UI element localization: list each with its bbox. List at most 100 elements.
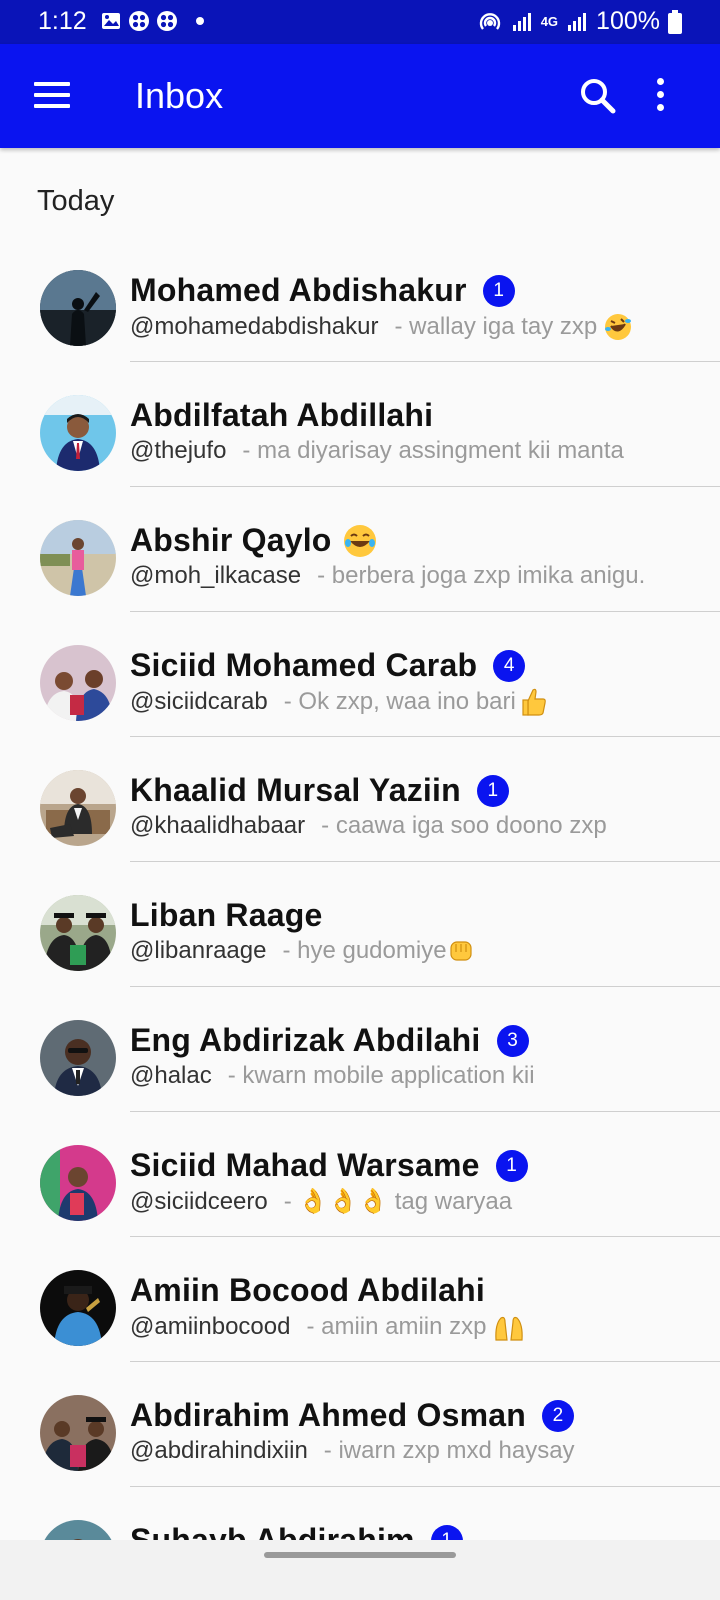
contact-name: Abdirahim Ahmed Osman <box>130 1397 526 1433</box>
conversation-row[interactable]: Khaalid Mursal Yaziin 1 @khaalidhabaar -… <box>0 750 720 875</box>
home-gesture-handle[interactable] <box>264 1552 456 1558</box>
search-button[interactable] <box>578 76 618 116</box>
fist-emoji-icon <box>449 941 472 961</box>
conversation-row[interactable]: Abshir Qaylo @moh_ilkacase - berbera jog… <box>0 500 720 625</box>
battery-icon <box>668 9 682 34</box>
contact-handle: @khaalidhabaar <box>130 812 306 839</box>
avatar <box>40 270 116 346</box>
divider <box>130 1236 720 1237</box>
more-notifications-dot-icon <box>196 17 204 25</box>
conversation-row[interactable]: Amiin Bocood Abdilahi @amiinbocood - ami… <box>0 1250 720 1375</box>
avatar <box>40 395 116 471</box>
contact-handle: @moh_ilkacase <box>130 562 302 589</box>
contact-name: Siciid Mohamed Carab <box>130 647 478 683</box>
conversation-row[interactable]: Mohamed Abdishakur 1 @mohamedabdishakur … <box>0 250 720 375</box>
network-type-label: 4G <box>540 14 559 29</box>
divider <box>130 1361 720 1362</box>
conversation-row[interactable]: Siciid Mohamed Carab 4 @siciidcarab - Ok… <box>0 625 720 750</box>
divider <box>130 861 720 862</box>
divider <box>130 1111 720 1112</box>
avatar <box>40 1020 116 1096</box>
avatar <box>40 1145 116 1221</box>
contact-handle: @thejufo <box>130 437 227 464</box>
message-preview-text: - berbera joga zxp imika anigu. <box>317 562 646 589</box>
contact-handle: @siciidceero <box>130 1187 268 1215</box>
message-preview: - 👌👌👌 tag waryaa <box>284 1187 512 1216</box>
app-grid-icon <box>157 11 177 31</box>
thumbs-up-emoji-icon <box>522 688 546 716</box>
status-bar: 1:12 4G 100% <box>0 0 720 44</box>
contact-name: Eng Abdirizak Abdilahi <box>130 1022 481 1058</box>
unread-badge: 3 <box>496 1024 529 1057</box>
message-preview-text: - hye gudomiye <box>282 937 447 964</box>
more-vert-icon <box>652 78 668 111</box>
divider <box>130 361 720 362</box>
menu-button[interactable] <box>34 82 70 110</box>
divider <box>130 611 720 612</box>
message-preview-text: - kwarn mobile application kii <box>227 1062 535 1089</box>
battery-percent: 100% <box>596 7 660 35</box>
unread-badge: 1 <box>495 1149 528 1182</box>
contact-name: Abshir Qaylo <box>130 522 332 558</box>
divider <box>130 1486 720 1487</box>
divider <box>130 486 720 487</box>
message-preview-text: - iwarn zxp mxd haysay <box>323 1437 575 1464</box>
hotspot-icon <box>479 12 500 30</box>
message-preview: - amiin amiin zxp <box>306 1312 524 1342</box>
status-system-icons: 4G 100% <box>477 7 682 36</box>
contact-name: Liban Raage <box>130 897 323 933</box>
status-notification-icons <box>100 10 204 32</box>
conversation-row[interactable]: Abdirahim Ahmed Osman 2 @abdirahindixiin… <box>0 1375 720 1500</box>
status-time: 1:12 <box>38 7 87 35</box>
section-header-today: Today <box>37 185 115 217</box>
hamburger-menu-icon <box>34 82 70 108</box>
contact-name: Abdilfatah Abdillahi <box>130 397 434 433</box>
unread-badge: 2 <box>541 1399 574 1432</box>
message-preview: - caawa iga soo doono zxp <box>321 812 607 840</box>
page-title: Inbox <box>135 75 224 116</box>
avatar <box>40 770 116 846</box>
conversation-list: Mohamed Abdishakur 1 @mohamedabdishakur … <box>0 250 720 1600</box>
unread-badge: 1 <box>482 274 515 307</box>
conversation-row[interactable]: Siciid Mahad Warsame 1 @siciidceero - 👌👌… <box>0 1125 720 1250</box>
unread-badge: 1 <box>476 774 509 807</box>
joy-emoji-icon <box>343 524 376 557</box>
message-preview: - wallay iga tay zxp <box>395 312 634 342</box>
unread-badge: 4 <box>493 649 526 682</box>
message-preview-text: - ma diyarisay assingment kii manta <box>242 437 624 464</box>
conversation-row[interactable]: Abdilfatah Abdillahi @thejufo - ma diyar… <box>0 375 720 500</box>
avatar <box>40 1395 116 1471</box>
app-grid-icon <box>129 11 149 31</box>
message-preview: - Ok zxp, waa ino bari <box>284 687 548 717</box>
search-icon <box>581 79 616 114</box>
divider <box>130 736 720 737</box>
avatar <box>40 895 116 971</box>
contact-name: Siciid Mahad Warsame <box>130 1147 480 1183</box>
message-preview-text: - wallay iga tay zxp <box>394 313 598 340</box>
message-preview: - hye gudomiye <box>282 937 474 965</box>
message-preview: - ma diyarisay assingment kii manta <box>242 437 623 465</box>
conversation-row[interactable]: Eng Abdirizak Abdilahi 3 @halac - kwarn … <box>0 1000 720 1125</box>
gallery-icon <box>102 13 120 29</box>
palms-up-emoji-icon <box>494 1316 523 1341</box>
message-preview: - berbera joga zxp imika anigu. <box>317 562 645 590</box>
app-bar: Inbox <box>0 44 720 148</box>
contact-handle: @libanraage <box>130 937 267 964</box>
message-preview-text: - amiin amiin zxp <box>306 1313 487 1340</box>
message-preview-text: - caawa iga soo doono zxp <box>321 812 607 839</box>
rofl-emoji-icon <box>605 314 632 340</box>
avatar <box>40 1270 116 1346</box>
avatar <box>40 520 116 596</box>
divider <box>130 986 720 987</box>
conversation-row[interactable]: Liban Raage @libanraage - hye gudomiye <box>0 875 720 1000</box>
contact-name: Mohamed Abdishakur <box>130 272 467 308</box>
message-preview-text: - Ok zxp, waa ino bari <box>283 688 516 715</box>
contact-handle: @mohamedabdishakur <box>130 313 379 340</box>
more-options-button[interactable] <box>652 78 668 114</box>
contact-handle: @siciidcarab <box>130 688 268 715</box>
message-preview: - kwarn mobile application kii <box>228 1062 535 1090</box>
contact-handle: @amiinbocood <box>130 1313 291 1340</box>
signal-icon <box>512 12 531 31</box>
contact-name: Khaalid Mursal Yaziin <box>130 772 461 808</box>
contact-name: Amiin Bocood Abdilahi <box>130 1272 485 1308</box>
